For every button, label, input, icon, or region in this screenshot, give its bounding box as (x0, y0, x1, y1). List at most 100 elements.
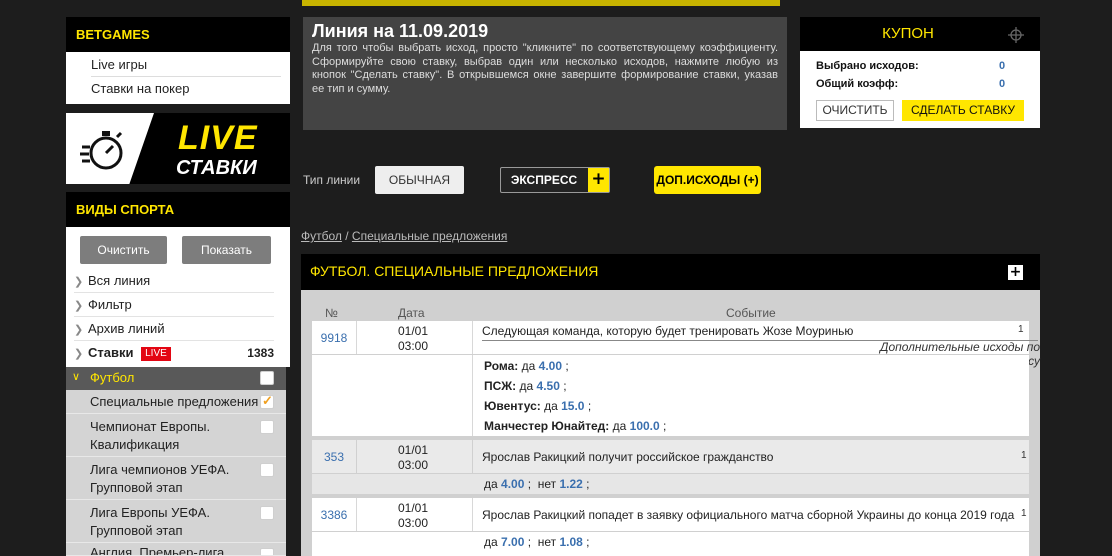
sports-item-all-line[interactable]: ❯ Вся линия (74, 269, 274, 293)
sub-item-europa-league[interactable]: Лига Европы УЕФА. Групповой этап (66, 500, 286, 543)
yes-label: да (484, 535, 498, 549)
odd-yes-link[interactable]: 7.00 (501, 535, 524, 549)
event-title: Ярослав Ракицкий попадет в заявку официа… (482, 508, 1015, 522)
football-checkbox[interactable] (260, 371, 274, 385)
checkbox[interactable] (260, 506, 274, 520)
sports-title: ВИДЫ СПОРТА (66, 192, 290, 227)
coupon-selected-value: 0 (999, 60, 1006, 72)
header-date: Дата (398, 306, 425, 320)
info-title: Линия на 11.09.2019 (312, 21, 489, 41)
chevron-right-icon: ❯ (74, 348, 84, 360)
table-row-odds: да 7.00 ; нет 1.08 ; (312, 532, 1029, 556)
option-label: да (612, 419, 627, 433)
live-banner[interactable]: LIVE СТАВКИ (66, 113, 290, 184)
betgames-box: BETGAMES Live игры Ставки на покер (66, 17, 290, 104)
sports-item-archive[interactable]: ❯ Архив линий (74, 317, 274, 341)
coupon-total-value: 0 (999, 78, 1006, 90)
checkbox[interactable] (260, 420, 274, 434)
table-row: 3386 01/01 03:00 Ярослав Ракицкий попаде… (312, 498, 1029, 531)
info-text: Для того чтобы выбрать исход, просто "кл… (312, 42, 778, 95)
option-team: Рома: (484, 359, 519, 373)
sports-show-button[interactable]: Показать (182, 236, 271, 264)
coupon-total-label: Общий коэфф: (816, 78, 899, 90)
option-line: ПСЖ: да 4.50 ; (484, 379, 567, 393)
event-side: 1 (1021, 450, 1027, 461)
breadcrumb-separator: / (341, 229, 352, 243)
option-team: Ювентус: (484, 399, 541, 413)
breadcrumb-special-link[interactable]: Специальные предложения (352, 229, 507, 243)
expand-plus-icon[interactable]: + (1008, 265, 1023, 280)
event-title: Ярослав Ракицкий получит российское граж… (482, 450, 774, 464)
checkbox[interactable] (260, 548, 274, 555)
column-divider (356, 440, 357, 473)
sports-item-live-bets[interactable]: ❯ Ставки LIVE 1383 (74, 341, 274, 365)
column-divider (472, 440, 473, 473)
table-row: 9918 01/01 03:00 Следующая команда, кото… (312, 321, 1040, 368)
live-count: 1383 (247, 346, 274, 360)
line-type-ordinary-button[interactable]: ОБЫЧНАЯ (375, 166, 464, 194)
header-num: № (325, 306, 338, 320)
sports-panel: Очистить Показать ❯ Вся линия ❯ Фильтр ❯ Ар… (66, 227, 290, 367)
extra-outcomes-button[interactable]: ДОП.ИСХОДЫ (+) (654, 166, 761, 194)
option-label: да (544, 399, 558, 413)
section-header: ФУТБОЛ. СПЕЦИАЛЬНЫЕ ПРЕДЛОЖЕНИЯ + (301, 254, 1040, 290)
column-divider (472, 321, 473, 354)
chevron-right-icon: ❯ (74, 276, 84, 288)
info-box: Линия на 11.09.2019 Для того чтобы выбра… (303, 17, 787, 130)
sports-clear-button[interactable]: Очистить (80, 236, 167, 264)
option-line: Ювентус: да 15.0 ; (484, 399, 592, 413)
option-line: Рома: да 4.00 ; (484, 359, 569, 373)
coupon-bet-button[interactable]: СДЕЛАТЬ СТАВКУ (902, 100, 1024, 121)
menu-item-live-games[interactable]: Live игры (91, 53, 281, 77)
event-number-link[interactable]: 3386 (312, 508, 356, 522)
option-team: Манчестер Юнайтед: (484, 419, 610, 433)
sub-item-special-offers[interactable]: Специальные предложения ✓ (66, 390, 286, 414)
top-accent-bar (302, 0, 780, 6)
coupon-selected-label: Выбрано исходов: (816, 60, 919, 72)
sub-item-premier-league[interactable]: Англия. Премьер-лига (66, 543, 286, 556)
checkbox-checked[interactable]: ✓ (260, 393, 274, 409)
line-type-express-button[interactable]: ЭКСПРЕСС + (500, 167, 610, 193)
odd-link[interactable]: 4.00 (539, 359, 562, 373)
section-title: ФУТБОЛ. СПЕЦИАЛЬНЫЕ ПРЕДЛОЖЕНИЯ (310, 263, 599, 279)
column-divider (472, 355, 473, 436)
menu-item-poker-bets[interactable]: Ставки на покер (91, 77, 281, 101)
drag-move-icon[interactable] (1008, 27, 1024, 43)
table-row-odds: да 4.00 ; нет 1.22 ; (312, 474, 1029, 494)
plus-icon: + (588, 168, 609, 192)
event-number-link[interactable]: 9918 (312, 331, 356, 345)
sports-item-filter[interactable]: ❯ Фильтр (74, 293, 274, 317)
breadcrumb-football-link[interactable]: Футбол (301, 229, 342, 243)
sports-item-label: Архив линий (88, 321, 165, 336)
odd-link[interactable]: 100.0 (630, 419, 660, 433)
yes-label: да (484, 477, 498, 491)
live-badge: LIVE (141, 347, 171, 361)
event-date: 01/01 (398, 501, 429, 515)
option-line: Манчестер Юнайтед: да 100.0 ; (484, 419, 667, 433)
event-date: 01/01 (398, 324, 429, 338)
event-number-link[interactable]: 353 (312, 450, 356, 464)
no-label: нет (537, 477, 557, 491)
option-label: да (521, 359, 536, 373)
odd-no-link[interactable]: 1.08 (559, 535, 582, 549)
express-label: ЭКСПРЕСС (510, 173, 578, 187)
column-divider (356, 321, 357, 354)
coupon-clear-button[interactable]: ОЧИСТИТЬ (816, 100, 894, 121)
sub-item-label: Англия. Премьер-лига (90, 545, 225, 556)
sub-item-label: Специальные предложения (90, 394, 259, 409)
sub-item-euro-qualification[interactable]: Чемпионат Европы. Квалификация (66, 414, 286, 457)
odd-link[interactable]: 15.0 (561, 399, 584, 413)
chevron-down-icon: ∨ (72, 370, 81, 383)
stopwatch-icon (80, 131, 123, 170)
sub-item-champions-league[interactable]: Лига чемпионов УЕФА. Групповой этап (66, 457, 286, 500)
column-divider (356, 498, 357, 531)
event-side: 1 (1021, 508, 1027, 519)
table-row: 353 01/01 03:00 Ярослав Ракицкий получит… (312, 440, 1029, 473)
sports-item-label: Вся линия (88, 273, 151, 288)
odd-yes-link[interactable]: 4.00 (501, 477, 524, 491)
odd-no-link[interactable]: 1.22 (559, 477, 582, 491)
checkbox[interactable] (260, 463, 274, 477)
sub-item-label: Чемпионат Европы. Квалификация (90, 419, 211, 452)
sports-item-football[interactable]: ∨ Футбол (66, 367, 286, 390)
odd-link[interactable]: 4.50 (537, 379, 560, 393)
